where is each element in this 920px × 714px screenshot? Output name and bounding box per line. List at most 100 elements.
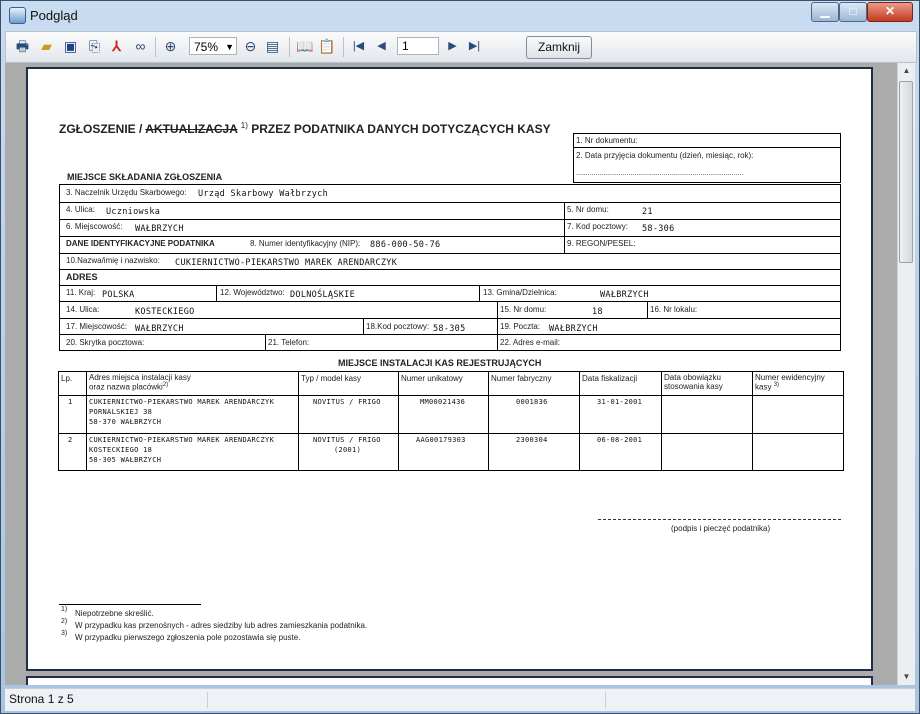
col-header-mandatory-1: Data obowiązku [664,373,721,382]
last-page-icon[interactable]: ▶| [466,38,483,55]
close-preview-button[interactable]: Zamknij [526,36,592,59]
divider [479,285,480,301]
address-street-label: 14. Ulica: [66,305,100,314]
apartment-label: 16. Nr lokalu: [650,305,698,314]
previous-page-icon[interactable]: ◀ [373,38,390,55]
col-header-registry-mark: 3) [773,382,780,388]
scroll-up-icon[interactable]: ▲ [898,63,915,79]
scroll-down-icon[interactable]: ▼ [898,669,915,685]
doc-date-label: 2. Data przyjęcia dokumentu (dzień, mies… [576,151,754,160]
divider [752,371,753,471]
divider [86,371,87,471]
address-house-value: 18 [592,307,603,317]
divider [58,395,844,396]
clipboard-icon[interactable]: 📋 [318,38,335,55]
scrollbar-thumb[interactable] [899,81,913,263]
divider [363,318,364,334]
printer-icon[interactable]: 🖶 [14,38,31,55]
maximize-button[interactable]: □ [839,2,867,22]
footnote-text: Niepotrzebne skreślić. [75,609,154,618]
row-unique-number: MM00021436 [420,398,466,406]
footnote-number: 2) [61,618,68,625]
address-city-label: 17. Miejscowość: [66,322,127,331]
preview-window: Podgląd ▁ □ ✕ 🖶 ▰ ▣ ⎘ ⅄ ∞ ⊕ 75% ▼ ⊖ ▤ 📖 📋… [0,0,920,714]
page-number-value: 1 [402,39,409,53]
next-document-page [26,676,873,685]
installation-table [58,371,844,471]
row-address-line-1: CUKIERNICTWO-PIEKARSTWO MAREK ARENDARCZY… [89,436,275,444]
divider [59,236,841,237]
divider [59,269,841,270]
col-header-fiscal: Data fiskalizacji [582,374,638,383]
vertical-scrollbar[interactable]: ▲ ▼ [897,63,915,685]
installation-heading: MIEJSCE INSTALACJI KAS REJESTRUJĄCYCH [338,358,542,368]
municipality-label: 13. Gmina/Dzielnica: [483,288,557,297]
toolbar: 🖶 ▰ ▣ ⎘ ⅄ ∞ ⊕ 75% ▼ ⊖ ▤ 📖 📋 |◀ ◀ 1 ▶ ▶| Z… [5,31,917,63]
status-separator [207,692,208,708]
row-address-line-3: 58-370 WAŁBRZYCH [89,418,162,426]
pdf-icon[interactable]: ⅄ [108,38,125,55]
open-folder-icon[interactable]: ▰ [38,38,55,55]
status-bar: Strona 1 z 5 [5,688,915,711]
title-part-1: ZGŁOSZENIE / [59,122,143,136]
chevron-down-icon: ▼ [225,42,234,52]
divider [59,334,841,335]
address-postal-label: 18.Kod pocztowy: [366,322,430,331]
close-icon: ✕ [884,4,896,18]
document-page: ZGŁOSZENIE / AKTUALIZACJA 1) PRZEZ PODAT… [26,67,873,671]
book-icon[interactable]: 📖 [296,38,313,55]
window-title: Podgląd [30,8,78,23]
divider [497,334,498,351]
close-window-button[interactable]: ✕ [867,2,913,22]
maximize-icon: □ [849,4,857,18]
city-label: 6. Miejscowość: [66,222,123,231]
first-page-icon[interactable]: |◀ [350,38,367,55]
minimize-icon: ▁ [820,4,830,18]
toolbar-separator [155,37,156,57]
footnote-text: W przypadku kas przenośnych - adres sied… [75,621,368,630]
email-label: 22. Adres e-mail: [500,338,561,347]
divider [564,202,565,253]
municipality-value: WAŁBRZYCH [600,290,649,300]
divider [59,301,841,302]
divider [59,285,841,286]
binoculars-icon[interactable]: ∞ [132,38,149,55]
post-office-label: 19. Poczta: [500,322,541,331]
page-number-input[interactable]: 1 [397,37,439,55]
row-unique-number: AAG00179303 [416,436,466,444]
nip-value: 886-000-50-76 [370,240,441,250]
col-header-address-2: oraz nazwa placówki2) [89,382,168,392]
signature-line [598,519,841,520]
next-page-icon[interactable]: ▶ [444,38,461,55]
footnote-number: 3) [61,630,68,637]
footnote-text: W przypadku pierwszego zgłoszenia pole p… [75,633,301,642]
title-footnote-mark: 1) [240,121,248,130]
export-icon[interactable]: ⎘ [86,38,103,55]
save-icon[interactable]: ▣ [62,38,79,55]
preview-viewport[interactable]: ZGŁOSZENIE / AKTUALIZACJA 1) PRZEZ PODAT… [5,63,897,685]
row-type: NOVITUS / FRIGO [313,436,381,444]
street-value: Uczniowska [106,207,161,217]
page-status: Strona 1 z 5 [9,692,74,706]
address-city-value: WAŁBRZYCH [135,324,184,334]
address-house-label: 15. Nr domu: [500,305,547,314]
row-factory-number: 0001836 [516,398,548,406]
zoom-select[interactable]: 75% ▼ [189,37,237,55]
po-box-label: 20. Skrytka pocztowa: [66,338,145,347]
office-value: Urząd Skarbowy Wałbrzych [198,189,329,199]
section-place-heading: MIEJSCE SKŁADANIA ZGŁOSZENIA [67,172,223,182]
zoom-out-icon[interactable]: ⊖ [242,38,259,55]
fit-page-icon[interactable]: ▤ [264,38,281,55]
zoom-in-icon[interactable]: ⊕ [162,38,179,55]
row-fiscal-date: 06-08-2001 [597,436,643,444]
minimize-button[interactable]: ▁ [811,2,839,22]
footnote-rule [59,604,201,605]
title-bar[interactable]: Podgląd ▁ □ ✕ [1,1,919,29]
col-header-unique: Numer unikatowy [401,374,463,383]
voivodeship-label: 12. Województwo: [220,288,285,297]
col-header-mandatory-2: stosowania kasy [664,382,723,391]
phone-label: 21. Telefon: [268,338,310,347]
divider [59,253,841,254]
address-heading: ADRES [66,272,98,282]
nip-label: 8. Numer identyfikacyjny (NIP): [250,239,361,248]
